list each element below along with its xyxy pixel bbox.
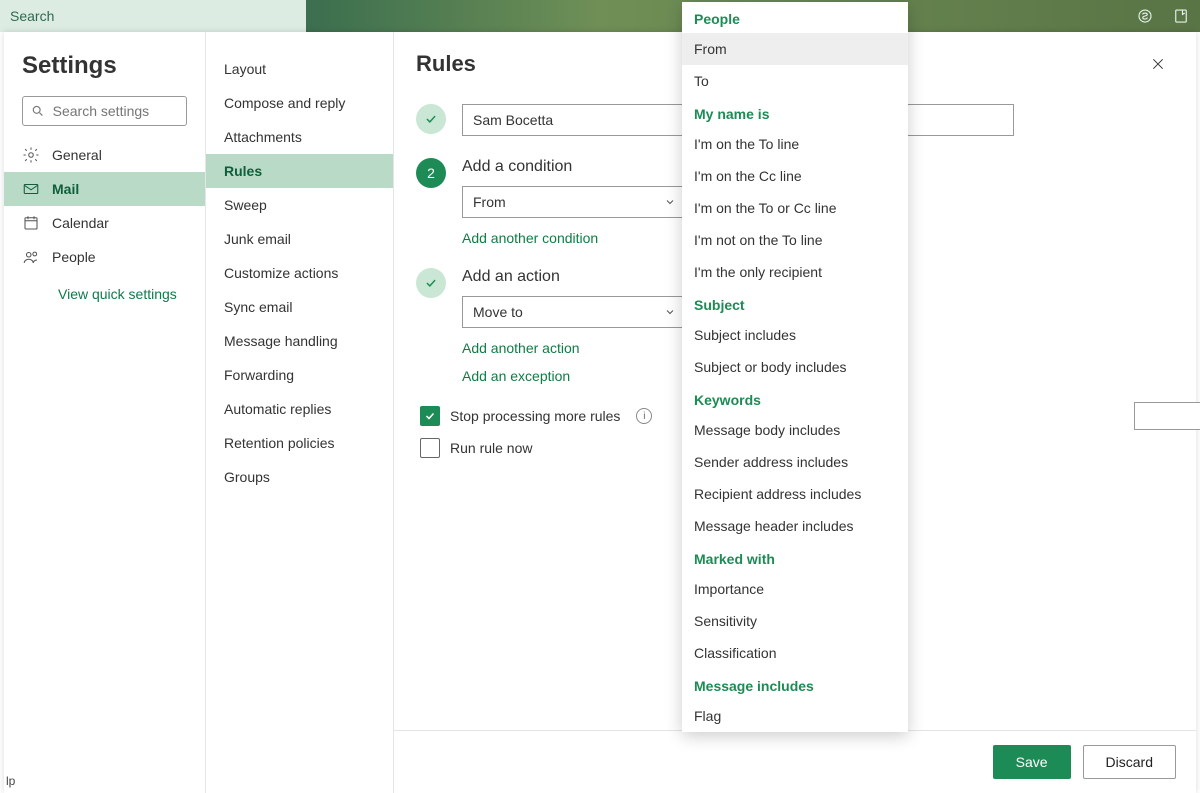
settings-panel: Settings General Mail Calendar People (4, 32, 1196, 793)
dropdown-group-header: Marked with (682, 542, 908, 573)
subnav-compose[interactable]: Compose and reply (206, 86, 393, 120)
dropdown-group-header: People (682, 2, 908, 33)
dropdown-item[interactable]: Importance (682, 573, 908, 605)
action-value: Move to (473, 304, 523, 320)
save-button[interactable]: Save (993, 745, 1071, 779)
subnav-layout[interactable]: Layout (206, 52, 393, 86)
nav-mail[interactable]: Mail (4, 172, 205, 206)
check-icon (424, 112, 438, 126)
condition-dropdown[interactable]: PeopleFromToMy name isI'm on the To line… (682, 2, 908, 732)
dropdown-item[interactable]: To (682, 65, 908, 97)
subnav-auto-replies[interactable]: Automatic replies (206, 392, 393, 426)
nav-label: Mail (52, 181, 79, 197)
rule-name-value: Sam Bocetta (473, 112, 553, 128)
dropdown-item[interactable]: Message body includes (682, 414, 908, 446)
dropdown-group-header: Keywords (682, 383, 908, 414)
bottom-strip: lp (0, 771, 30, 793)
dropdown-item[interactable]: I'm on the To or Cc line (682, 192, 908, 224)
condition-value: From (473, 194, 506, 210)
dropdown-item[interactable]: Sensitivity (682, 605, 908, 637)
run-now-label: Run rule now (450, 440, 533, 456)
dropdown-item[interactable]: Subject or body includes (682, 351, 908, 383)
dropdown-group-header: Message includes (682, 669, 908, 700)
people-icon (22, 248, 40, 266)
action-target-select[interactable] (1134, 402, 1200, 430)
step-badge-done (416, 104, 446, 134)
settings-sidebar: Settings General Mail Calendar People (4, 32, 206, 793)
nav-label: People (52, 249, 96, 265)
step-badge-done (416, 268, 446, 298)
search-settings-input[interactable] (53, 103, 178, 119)
nav-label: Calendar (52, 215, 109, 231)
subnav-attachments[interactable]: Attachments (206, 120, 393, 154)
chevron-down-icon (664, 306, 676, 318)
discard-button[interactable]: Discard (1083, 745, 1176, 779)
mail-icon (22, 180, 40, 198)
footer: Save Discard (394, 730, 1196, 793)
subnav-forwarding[interactable]: Forwarding (206, 358, 393, 392)
mail-settings-subnav: Layout Compose and reply Attachments Rul… (206, 32, 394, 793)
subnav-sync-email[interactable]: Sync email (206, 290, 393, 324)
dropdown-item[interactable]: Subject includes (682, 319, 908, 351)
search-settings[interactable] (22, 96, 187, 126)
close-button[interactable] (1142, 48, 1174, 80)
check-icon (424, 410, 436, 422)
settings-title: Settings (4, 52, 205, 96)
topbar-icons (1136, 0, 1200, 32)
add-another-action[interactable]: Add another action (462, 340, 580, 356)
info-icon[interactable]: i (636, 408, 652, 424)
calendar-icon (22, 214, 40, 232)
condition-select[interactable]: From (462, 186, 687, 218)
skype-icon[interactable] (1136, 7, 1154, 25)
note-icon[interactable] (1172, 7, 1190, 25)
nav-people[interactable]: People (4, 240, 205, 274)
dropdown-group-header: My name is (682, 97, 908, 128)
settings-nav: General Mail Calendar People (4, 138, 205, 274)
global-search[interactable]: Search (0, 0, 306, 32)
global-search-placeholder: Search (10, 8, 54, 24)
close-icon (1150, 56, 1166, 72)
subnav-customize-actions[interactable]: Customize actions (206, 256, 393, 290)
subnav-sweep[interactable]: Sweep (206, 188, 393, 222)
dropdown-item[interactable]: Flag (682, 700, 908, 732)
nav-label: General (52, 147, 102, 163)
subnav-message-handling[interactable]: Message handling (206, 324, 393, 358)
page-title: Rules (416, 51, 476, 77)
view-quick-settings[interactable]: View quick settings (4, 274, 205, 314)
app-topbar: Search (0, 0, 1200, 32)
gear-icon (22, 146, 40, 164)
action-target-select-wrap (1134, 402, 1200, 430)
search-icon (31, 103, 45, 119)
add-another-condition[interactable]: Add another condition (462, 230, 598, 246)
dropdown-item[interactable]: I'm the only recipient (682, 256, 908, 288)
dropdown-item[interactable]: I'm on the To line (682, 128, 908, 160)
subnav-junk[interactable]: Junk email (206, 222, 393, 256)
dropdown-item[interactable]: Recipient address includes (682, 478, 908, 510)
dropdown-item[interactable]: Message header includes (682, 510, 908, 542)
dropdown-item[interactable]: Classification (682, 637, 908, 669)
nav-general[interactable]: General (4, 138, 205, 172)
stop-processing-checkbox[interactable] (420, 406, 440, 426)
nav-calendar[interactable]: Calendar (4, 206, 205, 240)
action-select[interactable]: Move to (462, 296, 687, 328)
dropdown-item[interactable]: From (682, 33, 908, 65)
dropdown-item[interactable]: I'm not on the To line (682, 224, 908, 256)
dropdown-item[interactable]: Sender address includes (682, 446, 908, 478)
chevron-down-icon (664, 196, 676, 208)
dropdown-item[interactable]: I'm on the Cc line (682, 160, 908, 192)
subnav-retention[interactable]: Retention policies (206, 426, 393, 460)
stop-processing-label: Stop processing more rules (450, 408, 620, 424)
subnav-rules[interactable]: Rules (206, 154, 393, 188)
subnav-groups[interactable]: Groups (206, 460, 393, 494)
dropdown-group-header: Subject (682, 288, 908, 319)
check-icon (424, 276, 438, 290)
run-now-checkbox[interactable] (420, 438, 440, 458)
step-badge-2: 2 (416, 158, 446, 188)
